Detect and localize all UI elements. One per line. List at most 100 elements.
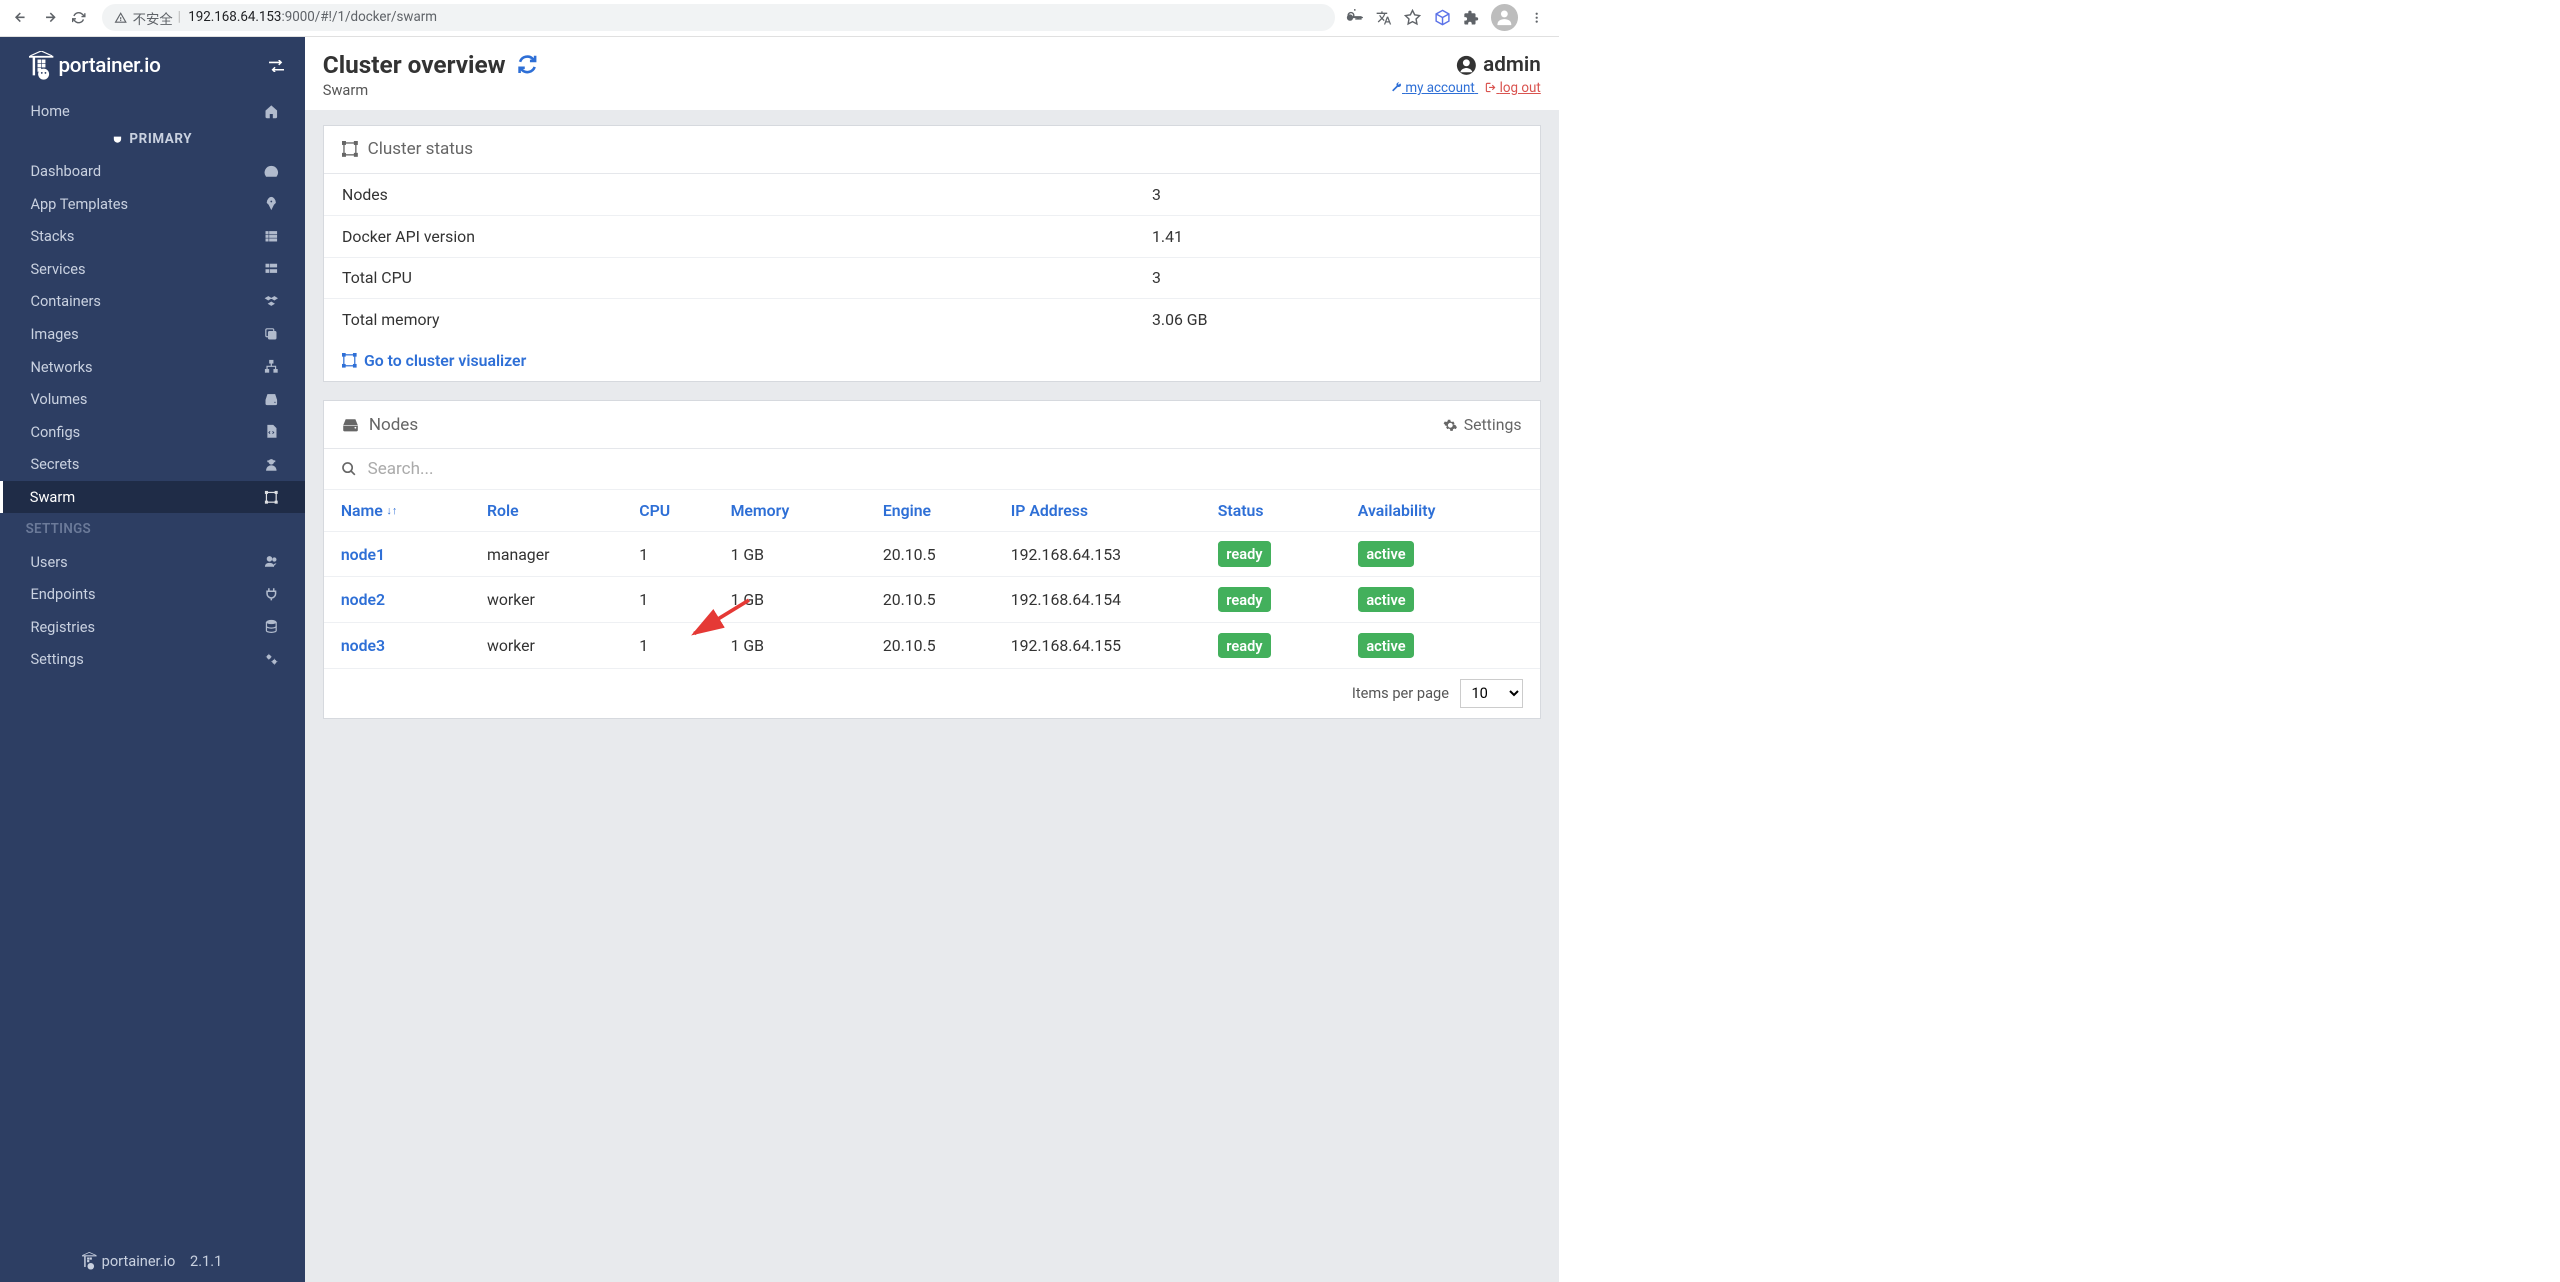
sidebar-item-registries[interactable]: Registries xyxy=(0,610,305,643)
ipp-select[interactable]: 10 xyxy=(1460,679,1523,709)
reload-button[interactable] xyxy=(66,4,93,31)
not-secure-warning: 不安全 | xyxy=(114,8,181,28)
sidebar-item-endpoints[interactable]: Endpoints xyxy=(0,578,305,611)
sidebar-item-swarm[interactable]: Swarm xyxy=(0,481,305,514)
browser-toolbar: 不安全 | 192.168.64.153:9000/#!/1/docker/sw… xyxy=(0,0,1559,37)
logo[interactable]: portainer.io xyxy=(29,51,160,80)
node-link[interactable]: node1 xyxy=(341,545,385,564)
refresh-icon[interactable] xyxy=(517,54,538,75)
sidebar-item-stacks[interactable]: Stacks xyxy=(0,220,305,253)
column-engine[interactable]: Engine xyxy=(866,490,994,531)
sidebar-footer: portainer.io 2.1.1 xyxy=(0,1252,305,1270)
hdd-icon xyxy=(263,391,280,408)
footer-logo[interactable]: portainer.io xyxy=(82,1252,175,1270)
status-value: 1.41 xyxy=(1152,227,1183,246)
status-row: Total memory3.06 GB xyxy=(324,299,1540,340)
sidebar-item-label: Home xyxy=(30,102,69,120)
node-link[interactable]: node2 xyxy=(341,590,385,609)
sidebar-item-dashboard[interactable]: Dashboard xyxy=(0,155,305,188)
user-name: admin xyxy=(1391,53,1541,77)
sidebar-item-secrets[interactable]: Secrets xyxy=(0,448,305,481)
sidebar-item-configs[interactable]: Configs xyxy=(0,415,305,448)
logout-link[interactable]: log out xyxy=(1485,81,1540,96)
portainer-logo-icon xyxy=(82,1252,97,1270)
role-cell: manager xyxy=(470,531,622,577)
hdd-icon xyxy=(342,418,359,431)
sidebar-item-label: Volumes xyxy=(30,390,87,408)
sidebar-item-volumes[interactable]: Volumes xyxy=(0,383,305,416)
status-value: 3.06 GB xyxy=(1152,310,1207,329)
key-icon[interactable] xyxy=(1345,8,1364,27)
insecure-label: 不安全 xyxy=(133,8,173,28)
column-memory[interactable]: Memory xyxy=(714,490,866,531)
page-title: Cluster overview xyxy=(323,50,537,79)
status-badge: ready xyxy=(1218,633,1271,658)
column-name[interactable]: Name ↓↑ xyxy=(324,490,470,531)
ip-cell: 192.168.64.153 xyxy=(994,531,1201,577)
translate-icon[interactable] xyxy=(1374,8,1393,27)
extension-box-icon[interactable] xyxy=(1432,8,1451,27)
column-cpu[interactable]: CPU xyxy=(622,490,713,531)
sidebar-item-app-templates[interactable]: App Templates xyxy=(0,187,305,220)
object-group-icon xyxy=(263,488,280,505)
sidebar-item-label: Networks xyxy=(30,358,92,376)
column-ip-address[interactable]: IP Address xyxy=(994,490,1201,531)
address-bar[interactable]: 不安全 | 192.168.64.153:9000/#!/1/docker/sw… xyxy=(102,4,1335,31)
search-input[interactable] xyxy=(368,459,1523,479)
sidebar-item-label: Configs xyxy=(30,423,80,441)
menu-dots-icon[interactable] xyxy=(1527,8,1546,27)
sidebar: portainer.io Home PRIMARY DashboardApp T… xyxy=(0,37,305,1282)
forward-button[interactable] xyxy=(37,4,64,31)
settings-section-header: SETTINGS xyxy=(0,513,305,545)
table-row: node2worker11 GB20.10.5192.168.64.154rea… xyxy=(324,577,1540,623)
node-link[interactable]: node3 xyxy=(341,636,385,655)
object-group-icon xyxy=(342,141,358,157)
logo-text: portainer.io xyxy=(58,54,160,78)
ip-cell: 192.168.64.154 xyxy=(994,577,1201,623)
extensions-icon[interactable] xyxy=(1462,8,1481,27)
sidebar-item-label: Endpoints xyxy=(30,585,95,603)
sidebar-item-label: Settings xyxy=(30,650,83,668)
sort-icon: ↓↑ xyxy=(386,504,397,517)
sidebar-item-services[interactable]: Services xyxy=(0,253,305,286)
nodes-settings-button[interactable]: Settings xyxy=(1443,415,1521,434)
sidebar-item-home[interactable]: Home xyxy=(0,95,305,128)
sidebar-item-label: Users xyxy=(30,553,67,571)
profile-avatar[interactable] xyxy=(1491,4,1518,31)
sidebar-item-networks[interactable]: Networks xyxy=(0,350,305,383)
cluster-visualizer-link[interactable]: Go to cluster visualizer xyxy=(324,340,1540,381)
back-button[interactable] xyxy=(7,4,34,31)
role-cell: worker xyxy=(470,577,622,623)
sidebar-item-settings[interactable]: Settings xyxy=(0,643,305,676)
engine-cell: 20.10.5 xyxy=(866,623,994,669)
tachometer-icon xyxy=(263,162,280,179)
column-status[interactable]: Status xyxy=(1201,490,1341,531)
cluster-status-panel: Cluster status Nodes3Docker API version1… xyxy=(323,125,1541,382)
sidebar-item-label: Stacks xyxy=(30,227,74,245)
status-key: Docker API version xyxy=(342,227,1152,246)
status-key: Total CPU xyxy=(342,268,1152,287)
memory-cell: 1 GB xyxy=(714,577,866,623)
nodes-title: Nodes xyxy=(342,415,418,435)
sitemap-icon xyxy=(263,358,280,375)
bookmark-star-icon[interactable] xyxy=(1403,8,1422,27)
sidebar-item-images[interactable]: Images xyxy=(0,318,305,351)
my-account-link[interactable]: my account xyxy=(1391,81,1478,96)
sidebar-item-users[interactable]: Users xyxy=(0,545,305,578)
search-row xyxy=(324,449,1540,489)
table-row: node1manager11 GB20.10.5192.168.64.153re… xyxy=(324,531,1540,577)
cubes-icon xyxy=(263,293,280,310)
status-badge: ready xyxy=(1218,541,1271,566)
search-icon xyxy=(341,461,357,477)
availability-badge: active xyxy=(1358,587,1414,612)
status-value: 3 xyxy=(1152,185,1161,204)
engine-cell: 20.10.5 xyxy=(866,531,994,577)
database-icon xyxy=(263,618,280,635)
cogs-icon xyxy=(263,651,280,668)
sidebar-item-containers[interactable]: Containers xyxy=(0,285,305,318)
cpu-cell: 1 xyxy=(622,623,713,669)
column-availability[interactable]: Availability xyxy=(1341,490,1540,531)
column-role[interactable]: Role xyxy=(470,490,622,531)
sidebar-toggle[interactable] xyxy=(267,56,286,75)
status-key: Nodes xyxy=(342,185,1152,204)
